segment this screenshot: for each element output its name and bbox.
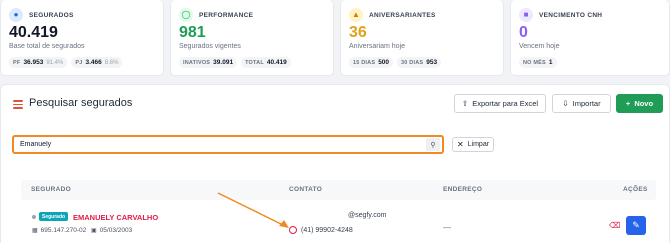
page-title: Pesquisar segurados (29, 97, 133, 109)
header-segurado: SEGURADO (31, 186, 71, 193)
phone-text: (41) 99902-4248 (301, 226, 353, 234)
card-subtitle: Aniversariam hoje (349, 43, 406, 50)
email-text: @segfy.com (348, 212, 387, 219)
card-label: VENCIMENTO CNH (539, 11, 603, 19)
download-icon: ⇩ (562, 99, 569, 108)
chip-value: 500 (378, 59, 390, 66)
import-button[interactable]: ⇩ Importar (552, 94, 611, 113)
chip-value: 36.953 (23, 59, 44, 66)
import-label: Importar (572, 99, 601, 108)
new-label: Novo (634, 99, 654, 108)
chip-pf: PF 36.953 91.4% (9, 57, 68, 68)
card-cnh-head: ■ VENCIMENTO CNH (519, 8, 602, 22)
stats-cards: ● SEGURADOS 40.419 Base total de segurad… (0, 0, 670, 76)
list-icon (13, 100, 23, 110)
chip-value: 953 (426, 59, 438, 66)
delete-icon[interactable]: ⌫ (609, 221, 620, 230)
card-segurados-head: ● SEGURADOS (9, 8, 74, 22)
header-endereco: ENDEREÇO (443, 186, 483, 193)
card-segurados: ● SEGURADOS 40.419 Base total de segurad… (0, 0, 164, 76)
chip-total: TOTAL 40.419 (241, 57, 291, 68)
card-value: 40.419 (9, 24, 58, 41)
search-box: ⚲ (12, 135, 444, 154)
card-subtitle: Base total de segurados (9, 43, 85, 50)
export-excel-button[interactable]: ⇧ Exportar para Excel (454, 94, 546, 113)
chip-label: PJ (75, 59, 83, 66)
card-value: 981 (179, 24, 206, 41)
card-subtitle: Vencem hoje (519, 43, 560, 50)
close-icon: ✕ (456, 140, 464, 149)
search-icon[interactable]: ⚲ (426, 138, 440, 151)
chip-label: 30 DIAS (401, 59, 424, 66)
card-value: 36 (349, 24, 367, 41)
header-acoes: AÇÕES (623, 186, 648, 193)
chip-pct: 91.4% (46, 59, 64, 66)
id-card-icon: ■ (519, 8, 533, 22)
clear-label: Limpar (467, 141, 490, 148)
document-meta: ▦ 695.147.270-02 (32, 227, 86, 234)
new-button[interactable]: + Novo (616, 94, 663, 113)
chip-label: INATIVOS (183, 59, 211, 66)
phone-contact[interactable]: (41) 99902-4248 (289, 226, 353, 234)
table-row[interactable]: Segurado EMANUELY CARVALHO ▦ 695.147.270… (21, 207, 656, 243)
calendar-icon: ▣ (91, 228, 97, 234)
whatsapp-icon (289, 226, 297, 234)
chip-value: 1 (548, 59, 553, 66)
clear-button[interactable]: ✕ Limpar (452, 137, 494, 152)
chip-label: NO MÊS (523, 59, 546, 66)
cake-icon: ▲ (349, 8, 363, 22)
card-chips: PF 36.953 91.4% PJ 3.466 8.6% (9, 57, 123, 68)
chip-value: 3.466 (85, 59, 102, 66)
card-cnh: ■ VENCIMENTO CNH 0 Vencem hoje NO MÊS 1 (510, 0, 670, 76)
search-input[interactable] (16, 138, 426, 151)
chip-15-dias: 15 DIAS 500 (349, 57, 394, 68)
chip-label: TOTAL (245, 59, 264, 66)
card-label: PERFORMANCE (199, 11, 254, 19)
card-aniversariantes: ▲ ANIVERSARIANTES 36 Aniversariam hoje 1… (340, 0, 504, 76)
chip-pct: 8.6% (104, 59, 119, 66)
chip-30-dias: 30 DIAS 953 (397, 57, 442, 68)
export-label: Exportar para Excel (472, 99, 539, 108)
document-number: 695.147.270-02 (40, 227, 87, 234)
target-icon: ◯ (179, 8, 193, 22)
chip-pj: PJ 3.466 8.6% (71, 57, 123, 68)
address-text: — (443, 223, 451, 232)
card-chips: NO MÊS 1 (519, 57, 557, 68)
search-panel: Pesquisar segurados ⇧ Exportar para Exce… (0, 84, 670, 243)
card-label: ANIVERSARIANTES (369, 11, 436, 19)
pencil-icon: ✎ (632, 220, 640, 230)
card-label: SEGURADOS (29, 11, 74, 19)
chip-value: 39.091 (213, 59, 234, 66)
upload-icon: ⇧ (461, 99, 469, 108)
header-contato: CONTATO (289, 186, 323, 193)
type-badge: Segurado (39, 212, 69, 221)
users-icon: ● (9, 8, 23, 22)
card-performance: ◯ PERFORMANCE 981 Segurados vigentes INA… (170, 0, 334, 76)
insured-name[interactable]: EMANUELY CARVALHO (73, 213, 158, 222)
card-chips: INATIVOS 39.091 TOTAL 40.419 (179, 57, 291, 68)
chip-inativos: INATIVOS 39.091 (179, 57, 238, 68)
card-aniversariantes-head: ▲ ANIVERSARIANTES (349, 8, 436, 22)
id-card-icon: ▦ (32, 228, 38, 234)
chip-no-mes: NO MÊS 1 (519, 57, 557, 68)
chip-label: PF (13, 59, 21, 66)
status-dot (32, 215, 36, 219)
plus-icon: + (625, 99, 631, 108)
card-value: 0 (519, 24, 528, 41)
edit-button[interactable]: ✎ (626, 216, 646, 235)
birthdate: 05/03/2003 (99, 227, 133, 234)
card-performance-head: ◯ PERFORMANCE (179, 8, 253, 22)
card-subtitle: Segurados vigentes (179, 43, 241, 50)
card-chips: 15 DIAS 500 30 DIAS 953 (349, 57, 442, 68)
chip-label: 15 DIAS (353, 59, 376, 66)
chip-value: 40.419 (266, 59, 287, 66)
table-header: SEGURADO CONTATO ENDEREÇO AÇÕES (21, 180, 656, 200)
birthdate-meta: ▣ 05/03/2003 (91, 227, 132, 234)
